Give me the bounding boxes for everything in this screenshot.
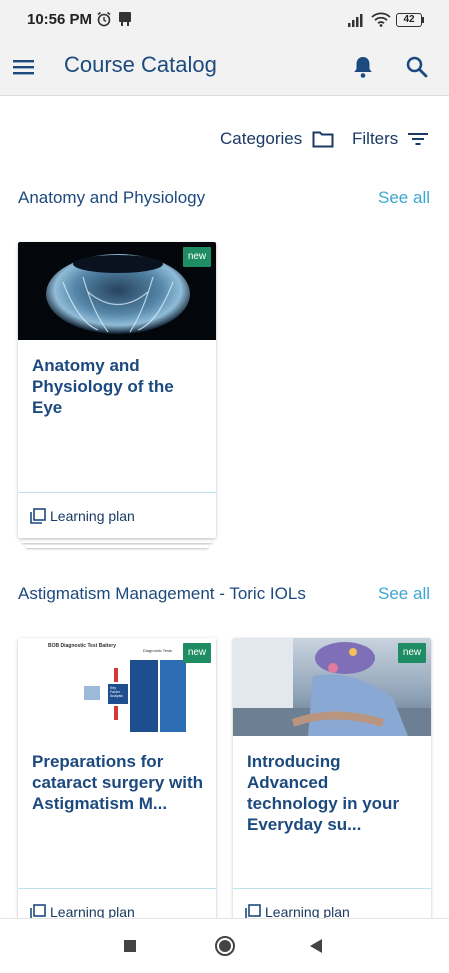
card-footer: Learning plan [18, 492, 216, 537]
app-bar: Course Catalog [0, 40, 449, 96]
status-bar: 10:56 PM 42 [0, 0, 449, 40]
categories-label: Categories [220, 129, 303, 148]
card-title: Preparations for cataract surgery with A… [32, 752, 204, 813]
diagram-box-label: Key Factor Analysis [110, 686, 124, 698]
card-title: Anatomy and Physiology of the Eye [32, 356, 174, 417]
filters-button[interactable]: Filters [352, 127, 429, 151]
signal-icon [348, 14, 363, 27]
categories-button[interactable]: Categories [220, 127, 334, 151]
section-title: Anatomy and Physiology [18, 188, 206, 207]
course-thumbnail: new [233, 638, 431, 736]
course-card[interactable]: new Introducing Advanced technology in y… [233, 638, 431, 934]
diagram-arrow [114, 668, 118, 682]
card-title: Introducing Advanced technology in your … [247, 752, 400, 834]
page-title: Course Catalog [64, 52, 217, 77]
menu-icon[interactable] [11, 54, 37, 80]
diagram-box [84, 686, 100, 700]
bell-icon[interactable] [350, 54, 376, 80]
filters-label: Filters [352, 129, 399, 148]
course-thumbnail: new [18, 242, 216, 340]
learning-plan-icon [30, 508, 46, 524]
battery-tip [422, 17, 424, 23]
battery-icon: 42 [396, 13, 422, 27]
home-icon[interactable] [214, 935, 236, 957]
filter-icon [408, 133, 429, 145]
new-badge: new [183, 247, 211, 267]
new-badge: new [183, 643, 211, 663]
system-nav-bar [0, 918, 449, 973]
card-type-label: Learning plan [50, 508, 135, 524]
thumbnail-header: BOB Diagnostic Test Battery [48, 643, 116, 649]
battery-level: 42 [403, 14, 415, 25]
status-time: 10:56 PM [27, 11, 93, 28]
card-stack-edge [26, 545, 208, 548]
new-badge: new [398, 643, 426, 663]
course-card[interactable]: new Anatomy and Physiology of the Eye Le… [18, 242, 216, 538]
search-icon[interactable] [404, 54, 430, 80]
diagram-box: Key Factor Analysis [108, 684, 128, 704]
folder-icon [312, 131, 334, 148]
course-thumbnail: BOB Diagnostic Test Battery Diagnostic T… [18, 638, 216, 736]
notification-icon [119, 12, 131, 26]
see-all-link[interactable]: See all [378, 584, 430, 604]
thumbnail-tests-label: Diagnostic Tests [143, 648, 173, 653]
see-all-link[interactable]: See all [378, 188, 430, 208]
section-title: Astigmatism Management - Toric IOLs [18, 584, 306, 603]
diagram-panel [160, 660, 186, 732]
diagram-arrow [114, 706, 118, 720]
diagram-panel [130, 660, 158, 732]
alarm-icon [97, 11, 111, 27]
card-stack-edge [22, 540, 212, 543]
wifi-icon [371, 12, 391, 27]
course-card[interactable]: BOB Diagnostic Test Battery Diagnostic T… [18, 638, 216, 934]
back-icon[interactable] [309, 938, 323, 954]
recents-icon[interactable] [123, 939, 137, 953]
